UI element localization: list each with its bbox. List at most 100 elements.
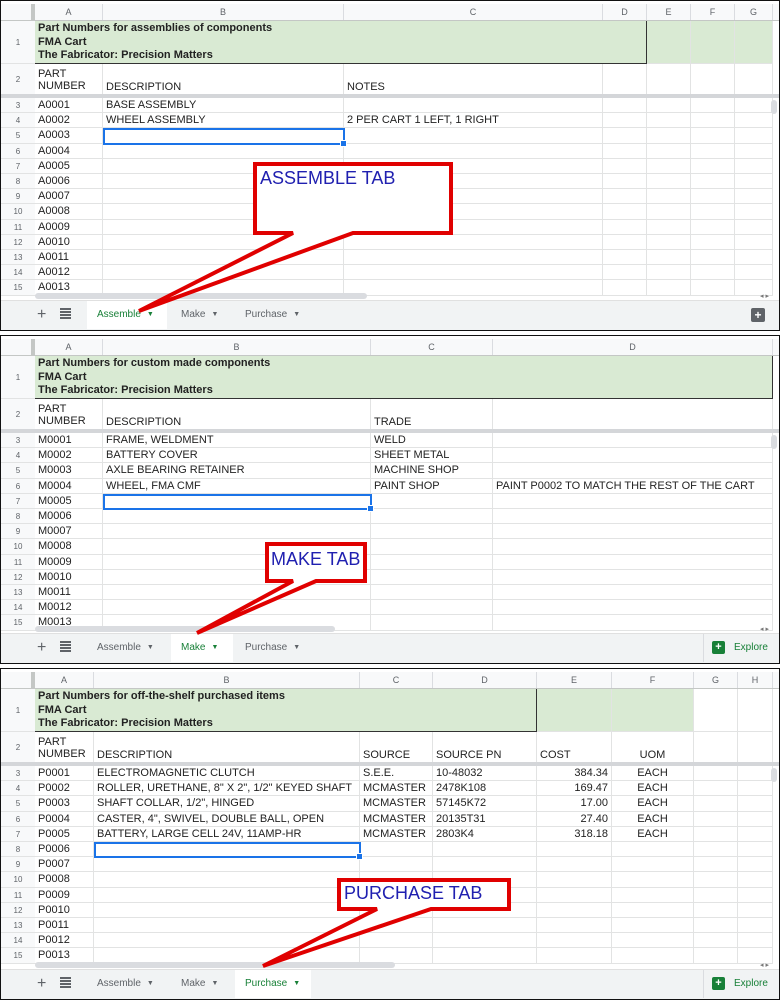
cell[interactable]: [691, 21, 735, 64]
cell-uom[interactable]: EACH: [612, 811, 694, 827]
cell-pn[interactable]: P0002: [35, 781, 94, 797]
cell-note[interactable]: [493, 493, 773, 509]
cell[interactable]: [694, 887, 738, 903]
scroll-arrows[interactable]: ◂ ▸: [760, 961, 769, 969]
cell-note[interactable]: [493, 433, 773, 449]
cell[interactable]: [647, 265, 691, 281]
cell[interactable]: [691, 128, 735, 144]
header-cell[interactable]: [493, 399, 773, 431]
cell-desc[interactable]: WHEEL ASSEMBLY: [103, 113, 344, 129]
row-header-13[interactable]: 13: [1, 918, 35, 934]
cell[interactable]: [694, 781, 738, 797]
row-header-1[interactable]: 1: [1, 21, 35, 64]
cell-cost[interactable]: [537, 948, 612, 964]
cell-trade[interactable]: [371, 493, 493, 509]
cell[interactable]: [691, 113, 735, 129]
cell[interactable]: [694, 842, 738, 858]
cell[interactable]: [603, 250, 647, 266]
cell-source[interactable]: MCMASTER: [360, 796, 433, 812]
cell-desc[interactable]: [103, 143, 344, 159]
selected-cell-cursor[interactable]: [94, 842, 363, 861]
cell[interactable]: [735, 143, 773, 159]
cell[interactable]: [647, 21, 691, 64]
header-cell[interactable]: DESCRIPTION: [103, 399, 371, 431]
cell-cost[interactable]: 318.18: [537, 826, 612, 842]
row-header-14[interactable]: 14: [1, 600, 35, 616]
fill-handle[interactable]: [356, 853, 363, 861]
header-cell[interactable]: COST: [537, 732, 612, 764]
cell-cost[interactable]: 169.47: [537, 781, 612, 797]
tab-menu-caret-icon[interactable]: ▼: [211, 980, 218, 987]
cell-pn[interactable]: M0012: [35, 600, 103, 616]
column-header-a[interactable]: A: [35, 4, 103, 20]
tab-menu-caret-icon[interactable]: ▼: [211, 644, 218, 651]
scroll-arrows[interactable]: ◂ ▸: [760, 292, 769, 300]
cell-desc[interactable]: [103, 600, 371, 616]
cell-uom[interactable]: [612, 933, 694, 949]
column-header-f[interactable]: F: [691, 4, 735, 20]
cell[interactable]: [691, 143, 735, 159]
cell-source-pn[interactable]: [433, 918, 537, 934]
cell-notes[interactable]: [344, 98, 603, 114]
row-header-6[interactable]: 6: [1, 811, 35, 827]
cell-trade[interactable]: [371, 539, 493, 555]
cell-trade[interactable]: [371, 585, 493, 601]
cell-pn[interactable]: A0007: [35, 189, 103, 205]
cell-pn[interactable]: M0010: [35, 569, 103, 585]
row-header-13[interactable]: 13: [1, 585, 35, 601]
cell-desc[interactable]: [103, 509, 371, 525]
cell-pn[interactable]: A0009: [35, 219, 103, 235]
cell[interactable]: [603, 143, 647, 159]
cell-pn[interactable]: P0003: [35, 796, 94, 812]
cell-desc[interactable]: BASE ASSEMBLY: [103, 98, 344, 114]
cell-pn[interactable]: M0003: [35, 463, 103, 479]
row-header-8[interactable]: 8: [1, 509, 35, 525]
row-header-12[interactable]: 12: [1, 234, 35, 250]
cell-pn[interactable]: M0007: [35, 524, 103, 540]
header-cell[interactable]: [691, 64, 735, 96]
cell-source-pn[interactable]: [433, 842, 537, 858]
cell[interactable]: [603, 174, 647, 190]
column-header-d[interactable]: D: [433, 672, 537, 688]
cell-pn[interactable]: M0001: [35, 433, 103, 449]
cell-pn[interactable]: P0008: [35, 872, 94, 888]
cell-pn[interactable]: A0008: [35, 204, 103, 220]
cell[interactable]: [603, 113, 647, 129]
row-header-5[interactable]: 5: [1, 128, 35, 144]
cell-note[interactable]: [493, 539, 773, 555]
cell-pn[interactable]: A0001: [35, 98, 103, 114]
fill-handle[interactable]: [367, 504, 374, 512]
cell[interactable]: [612, 689, 694, 732]
cell-notes[interactable]: [344, 143, 603, 159]
cell-pn[interactable]: A0006: [35, 174, 103, 190]
header-cell[interactable]: DESCRIPTION: [94, 732, 360, 764]
cell[interactable]: [603, 219, 647, 235]
cell-source[interactable]: [360, 902, 433, 918]
cell-cost[interactable]: [537, 872, 612, 888]
cell-trade[interactable]: PAINT SHOP: [371, 478, 493, 494]
cell-pn[interactable]: A0012: [35, 265, 103, 281]
cell[interactable]: [691, 158, 735, 174]
row-header-10[interactable]: 10: [1, 204, 35, 220]
sheet-tab-purchase[interactable]: Purchase ▼: [235, 301, 311, 329]
column-header-a[interactable]: A: [35, 672, 94, 688]
cell[interactable]: [647, 250, 691, 266]
cell[interactable]: [691, 219, 735, 235]
column-header-e[interactable]: E: [537, 672, 612, 688]
cell[interactable]: [691, 250, 735, 266]
cell-notes[interactable]: [344, 250, 603, 266]
cell-desc[interactable]: [103, 585, 371, 601]
horizontal-scrollbar[interactable]: [35, 293, 367, 299]
cell-source[interactable]: [360, 842, 433, 858]
cell-trade[interactable]: [371, 509, 493, 525]
cell[interactable]: [694, 857, 738, 873]
cell-trade[interactable]: MACHINE SHOP: [371, 463, 493, 479]
cell-uom[interactable]: [612, 857, 694, 873]
cell-notes[interactable]: [344, 219, 603, 235]
cell[interactable]: [735, 158, 773, 174]
cell-pn[interactable]: A0004: [35, 143, 103, 159]
cell-uom[interactable]: [612, 948, 694, 964]
cell-uom[interactable]: EACH: [612, 796, 694, 812]
cell[interactable]: [735, 174, 773, 190]
vertical-scrollbar[interactable]: [771, 100, 777, 114]
